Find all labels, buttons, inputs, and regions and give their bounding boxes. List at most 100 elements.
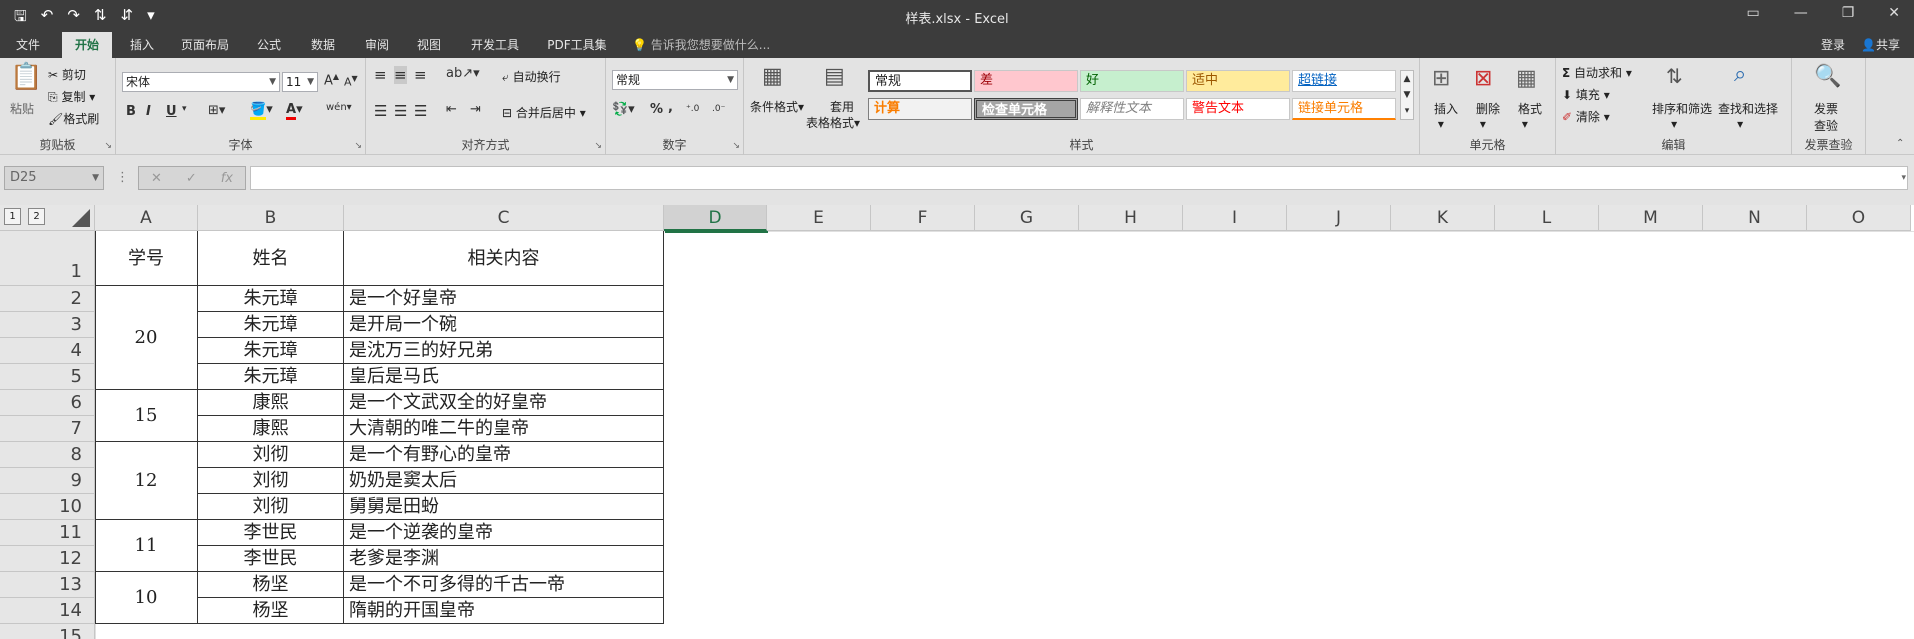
row-header-9[interactable]: 9 [0,468,95,494]
alignment-launcher-icon[interactable]: ↘ [594,141,602,151]
header-cell-name[interactable]: 姓名 [198,231,344,286]
content-cell[interactable]: 老爹是李渊 [344,546,664,572]
magnifier-icon[interactable]: ⌕ [1734,62,1746,87]
paste-button[interactable]: 粘贴 [10,100,34,117]
row-header-13[interactable]: 13 [0,572,95,598]
row-header-11[interactable]: 11 [0,520,95,546]
sort-filter-button[interactable]: 排序和筛选 ▾ [1652,100,1712,131]
style-check-cell[interactable]: 检查单元格 [974,98,1078,120]
increase-font-icon[interactable]: A▲ [324,72,339,88]
column-header-f[interactable]: F [871,205,975,231]
content-cell[interactable]: 是一个逆袭的皇帝 [344,520,664,546]
merged-id-cell[interactable]: 12 [95,442,198,520]
delete-cells-icon[interactable]: ⊠ [1474,66,1492,91]
formula-input[interactable] [250,166,1908,190]
invoice-check-button[interactable]: 发票 查验 [1814,100,1838,134]
name-cell[interactable]: 刘彻 [198,442,344,468]
column-header-k[interactable]: K [1391,205,1495,231]
decrease-indent-icon[interactable]: ⇤ [446,102,457,117]
column-header-a[interactable]: A [95,205,198,231]
delete-cells-button[interactable]: 删除 ▾ [1476,100,1500,131]
name-cell[interactable]: 李世民 [198,546,344,572]
tab-page-layout[interactable]: 页面布局 [172,32,238,58]
styles-scroll-icon[interactable]: ▲ ▼ ▾ [1400,70,1414,120]
tab-file[interactable]: 文件 [4,32,52,58]
insert-cells-button[interactable]: 插入 ▾ [1434,100,1458,131]
name-cell[interactable]: 朱元璋 [198,312,344,338]
content-cell[interactable]: 是一个有野心的皇帝 [344,442,664,468]
more-icon[interactable]: ⋮ [116,170,129,185]
share-button[interactable]: 👤共享 [1861,32,1900,58]
column-header-d[interactable]: D [664,205,767,231]
row-header-12[interactable]: 12 [0,546,95,572]
increase-decimal-icon[interactable]: ⁺.0 [686,104,699,114]
tab-developer[interactable]: 开发工具 [460,32,530,58]
column-header-i[interactable]: I [1183,205,1287,231]
clear-button[interactable]: ✐ 清除 ▾ [1562,108,1610,125]
style-explanatory[interactable]: 解释性文本 [1080,98,1184,120]
row-header-8[interactable]: 8 [0,442,95,468]
insert-function-icon[interactable]: fx [221,171,233,186]
name-cell[interactable]: 刘彻 [198,468,344,494]
name-box[interactable]: D25 ▼ [4,166,104,190]
content-cell[interactable]: 是开局一个碗 [344,312,664,338]
content-cell[interactable]: 是一个不可多得的千古一帝 [344,572,664,598]
collapse-ribbon-icon[interactable]: ⌃ [1896,138,1904,149]
expand-formula-icon[interactable]: ▾ [1901,173,1906,183]
style-hyperlink[interactable]: 超链接 [1292,70,1396,92]
column-header-m[interactable]: M [1599,205,1703,231]
merged-id-cell[interactable]: 15 [95,390,198,442]
table-format-icon[interactable]: ▤ [824,64,845,89]
fill-color-icon[interactable]: 🪣▾ [250,102,273,120]
column-header-c[interactable]: C [344,205,664,231]
invoice-check-icon[interactable]: 🔍 [1814,64,1841,89]
row-header-5[interactable]: 5 [0,364,95,390]
merged-id-cell[interactable]: 20 [95,286,198,390]
restore-icon[interactable]: ❐ [1842,5,1855,21]
row-header-10[interactable]: 10 [0,494,95,520]
wrap-text-button[interactable]: ⤶ 自动换行 [502,68,561,85]
find-select-button[interactable]: 查找和选择 ▾ [1718,100,1778,131]
row-header-7[interactable]: 7 [0,416,95,442]
header-cell-id[interactable]: 学号 [95,231,198,286]
content-cell[interactable]: 奶奶是窦太后 [344,468,664,494]
align-top-icon[interactable]: ≡ [374,66,387,84]
font-color-icon[interactable]: A▾ [286,102,303,120]
underline-button[interactable]: U [166,104,177,119]
align-middle-icon[interactable]: ≡ [394,66,407,84]
conditional-format-icon[interactable]: ▦ [762,64,783,89]
content-cell[interactable]: 皇后是马氏 [344,364,664,390]
copy-button[interactable]: ⎘ 复制 ▾ [48,88,95,105]
insert-cells-icon[interactable]: ⊞ [1432,66,1450,91]
name-cell[interactable]: 朱元璋 [198,286,344,312]
column-header-n[interactable]: N [1703,205,1807,231]
tab-pdf-tools[interactable]: PDF工具集 [536,32,618,58]
style-neutral[interactable]: 适中 [1186,70,1290,92]
font-launcher-icon[interactable]: ↘ [354,141,362,151]
column-header-b[interactable]: B [198,205,344,231]
number-launcher-icon[interactable]: ↘ [732,141,740,151]
content-cell[interactable]: 是沈万三的好兄弟 [344,338,664,364]
style-calculation[interactable]: 计算 [868,98,972,120]
select-all-corner[interactable]: 1 2 [0,205,95,231]
orientation-icon[interactable]: ab↗▾ [446,66,480,81]
decrease-font-icon[interactable]: A▼ [344,74,358,89]
cut-button[interactable]: ✂ 剪切 [48,66,86,83]
name-cell[interactable]: 朱元璋 [198,364,344,390]
align-left-icon[interactable]: ☰ [374,102,387,120]
column-header-l[interactable]: L [1495,205,1599,231]
percent-button[interactable]: % [650,102,663,117]
sort-filter-icon[interactable]: ⇅ [1666,64,1683,88]
name-cell[interactable]: 李世民 [198,520,344,546]
name-cell[interactable]: 杨坚 [198,572,344,598]
align-right-icon[interactable]: ☰ [414,102,427,120]
column-header-o[interactable]: O [1807,205,1911,231]
row-header-4[interactable]: 4 [0,338,95,364]
outline-level-2[interactable]: 2 [28,208,45,225]
outline-level-1[interactable]: 1 [4,208,21,225]
phonetic-icon[interactable]: wén▾ [326,102,352,113]
tab-formulas[interactable]: 公式 [244,32,294,58]
format-painter-button[interactable]: 🖌格式刷 [48,110,99,127]
tab-view[interactable]: 视图 [404,32,454,58]
column-header-g[interactable]: G [975,205,1079,231]
